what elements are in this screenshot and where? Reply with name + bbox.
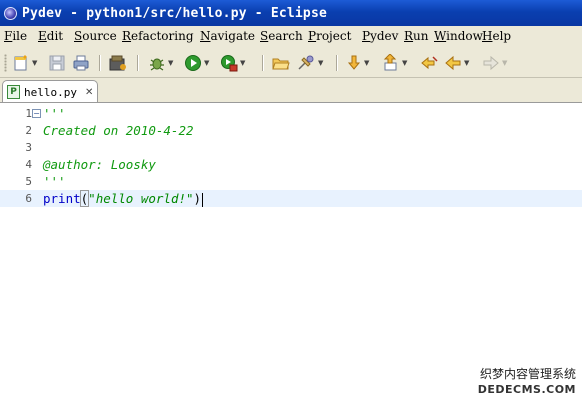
debug-button[interactable]: ▼	[148, 54, 173, 72]
forward-icon	[483, 55, 499, 71]
code-text: @author: Loosky	[43, 157, 156, 172]
chevron-down-icon[interactable]: ▼	[168, 59, 173, 67]
line-number: 5	[25, 175, 32, 188]
menu-pydev[interactable]: Pydev	[362, 29, 398, 43]
pin-icon	[298, 55, 314, 70]
menu-window[interactable]: Window	[434, 29, 483, 43]
chevron-down-icon: ▼	[502, 59, 508, 67]
run-icon	[185, 55, 201, 71]
keyword-print: print	[43, 191, 81, 206]
save-button[interactable]	[48, 54, 66, 72]
window-title: Pydev - python1/src/hello.py - Eclipse	[22, 5, 328, 21]
code-editor[interactable]: 1 − ''' 2 Created on 2010-4-22 3 4 @auth…	[0, 102, 582, 405]
chevron-down-icon[interactable]: ▼	[240, 59, 245, 67]
watermark-cn: 织梦内容管理系统	[479, 367, 576, 381]
code-text: '''	[43, 174, 66, 189]
line-number: 3	[25, 141, 32, 154]
menu-navigate[interactable]: Navigate	[200, 29, 255, 43]
code-text: '''	[43, 106, 66, 121]
forward-button[interactable]: ▼	[482, 54, 507, 72]
next-annotation-button[interactable]: ▼	[346, 54, 369, 72]
previous-annotation-icon	[383, 54, 397, 71]
toolbar: ▼ ▼ ▼ ▼ ▼ ▼ ▼ ▼ ▼	[0, 46, 582, 78]
code-line[interactable]: 2 Created on 2010-4-22	[0, 122, 582, 139]
menu-search[interactable]: Search	[260, 29, 303, 43]
last-edit-icon	[421, 56, 438, 70]
print-icon	[73, 55, 89, 71]
code-line[interactable]: 3	[0, 139, 582, 156]
menu-project[interactable]: Project	[308, 29, 351, 43]
code-text: print("hello world!")	[43, 190, 204, 207]
menu-source[interactable]: Source	[74, 29, 117, 43]
save-icon	[49, 55, 65, 71]
python-file-icon: P	[7, 85, 20, 99]
editor-tab-strip: P hello.py ✕	[0, 78, 582, 103]
menu-bar: File Edit Source Refactoring Navigate Se…	[0, 26, 582, 46]
package-icon	[109, 55, 126, 71]
string-literal: "hello world!"	[88, 191, 194, 206]
line-number: 4	[25, 158, 32, 171]
menu-file[interactable]: File	[4, 29, 27, 43]
new-wizard-button[interactable]: ▼	[12, 54, 37, 72]
pin-button[interactable]: ▼	[296, 54, 323, 72]
open-type-button[interactable]	[108, 54, 128, 72]
eclipse-logo-icon	[4, 6, 17, 20]
chevron-down-icon[interactable]: ▼	[204, 59, 209, 67]
toolbar-grip[interactable]	[4, 54, 7, 72]
chevron-down-icon[interactable]: ▼	[318, 59, 323, 67]
code-line[interactable]: 5 '''	[0, 173, 582, 190]
code-text: Created on 2010-4-22	[43, 123, 194, 138]
external-tools-icon	[221, 55, 238, 72]
next-annotation-icon	[347, 55, 361, 70]
toolbar-separator	[262, 55, 264, 71]
code-line[interactable]: 1 − '''	[0, 105, 582, 122]
open-folder-icon	[272, 58, 290, 70]
fold-collapse-icon[interactable]: −	[32, 109, 41, 118]
print-button[interactable]	[72, 54, 90, 72]
chevron-down-icon[interactable]: ▼	[32, 59, 37, 67]
close-icon[interactable]: ✕	[85, 87, 93, 98]
toolbar-separator	[336, 55, 338, 71]
line-number: 2	[25, 124, 32, 137]
title-bar: Pydev - python1/src/hello.py - Eclipse	[0, 0, 582, 26]
text-cursor	[202, 192, 204, 207]
code-line-current[interactable]: 6 print("hello world!")	[0, 190, 582, 207]
watermark: 织梦内容管理系统 DEDECMS.COM	[470, 365, 576, 399]
toolbar-separator	[99, 55, 101, 71]
chevron-down-icon[interactable]: ▼	[364, 59, 369, 67]
close-paren: )	[193, 191, 202, 206]
menu-edit[interactable]: Edit	[38, 29, 63, 43]
chevron-down-icon[interactable]: ▼	[402, 59, 407, 67]
toolbar-separator	[137, 55, 139, 71]
menu-refactoring[interactable]: Refactoring	[122, 29, 194, 43]
line-number: 1	[25, 107, 32, 120]
last-edit-button[interactable]	[420, 54, 440, 72]
debug-icon	[150, 58, 164, 71]
back-icon	[445, 55, 461, 71]
run-button[interactable]: ▼	[184, 54, 209, 72]
previous-annotation-button[interactable]: ▼	[382, 54, 407, 72]
chevron-down-icon[interactable]: ▼	[464, 59, 469, 67]
editor-tab-hello-py[interactable]: P hello.py ✕	[2, 80, 98, 103]
new-wizard-icon	[14, 55, 27, 71]
menu-help[interactable]: Help	[482, 29, 511, 43]
code-line[interactable]: 4 @author: Loosky	[0, 156, 582, 173]
line-number: 6	[25, 192, 32, 205]
menu-run[interactable]: Run	[404, 29, 429, 43]
external-tools-button[interactable]: ▼	[220, 54, 245, 72]
open-folder-button[interactable]	[272, 54, 290, 72]
editor-tab-label: hello.py	[24, 85, 77, 99]
watermark-en: DEDECMS.COM	[477, 383, 576, 396]
back-button[interactable]: ▼	[444, 54, 469, 72]
